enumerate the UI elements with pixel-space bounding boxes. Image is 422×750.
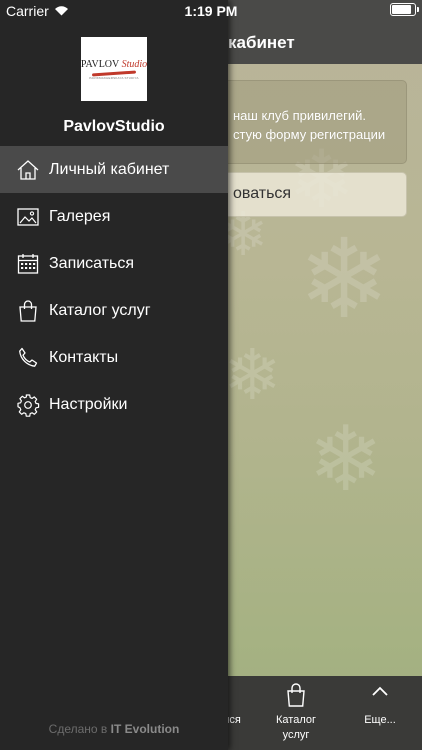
tab-catalog[interactable]: Каталог услуг bbox=[265, 676, 327, 750]
made-by-footer: Сделано в IT Evolution bbox=[0, 722, 228, 736]
menu-item-label: Галерея bbox=[49, 208, 111, 225]
side-drawer: PAVLOV Studio PARIKMAKHERSKAYA STUDIYA P… bbox=[0, 0, 228, 750]
menu-item-label: Контакты bbox=[49, 349, 119, 366]
menu-item-label: Каталог услуг bbox=[49, 302, 151, 319]
menu-item-label: Записаться bbox=[49, 255, 135, 272]
register-button-label: оваться bbox=[233, 185, 292, 202]
battery-icon bbox=[390, 3, 419, 16]
snowflake-decoration: ❄ bbox=[298, 218, 391, 341]
brand-name: PavlovStudio bbox=[63, 118, 165, 135]
image-icon bbox=[16, 205, 40, 229]
menu-item-catalog[interactable]: Каталог услуг bbox=[0, 287, 228, 334]
studio-logo: PAVLOV Studio PARIKMAKHERSKAYA STUDIYA bbox=[81, 37, 147, 101]
background-header-title: кабинет bbox=[228, 33, 295, 52]
menu-item-label: Настройки bbox=[49, 396, 128, 413]
menu-item-profile[interactable]: Личный кабинет bbox=[0, 146, 228, 193]
status-bar: Carrier 1:19 PM bbox=[0, 0, 422, 22]
calendar-icon bbox=[16, 252, 40, 276]
tab-bar: ися Каталог услуг Еще... bbox=[228, 676, 422, 750]
phone-icon bbox=[16, 346, 40, 370]
info-card: наш клуб привилегий. стую форму регистра… bbox=[228, 80, 407, 164]
gear-icon bbox=[16, 393, 40, 417]
logo-wordmark: PAVLOV Studio bbox=[80, 58, 148, 70]
menu-item-label: Личный кабинет bbox=[49, 161, 170, 178]
footer-prefix: Сделано в bbox=[48, 722, 108, 736]
tab-label: ися bbox=[228, 714, 241, 726]
snowflake-decoration: ❄ bbox=[308, 410, 384, 510]
tab-more[interactable]: Еще... bbox=[350, 676, 410, 750]
menu-item-booking[interactable]: Записаться bbox=[0, 240, 228, 287]
chevron-up-icon bbox=[371, 685, 389, 700]
bag-icon bbox=[285, 682, 307, 711]
background-screen: ❄ ❄ ❄ ❄ ❄ кабинет наш клуб привилегий. с… bbox=[228, 0, 422, 750]
home-icon bbox=[16, 158, 40, 182]
footer-brand-link[interactable]: IT Evolution bbox=[111, 722, 180, 736]
info-line-1: наш клуб привилегий. bbox=[233, 108, 366, 123]
menu-item-gallery[interactable]: Галерея bbox=[0, 193, 228, 240]
tab-label: Каталог услуг bbox=[276, 714, 316, 741]
menu-item-settings[interactable]: Настройки bbox=[0, 381, 228, 428]
tab-partial[interactable]: ися bbox=[228, 676, 262, 750]
info-line-2: стую форму регистрации bbox=[233, 127, 386, 142]
menu-item-contacts[interactable]: Контакты bbox=[0, 334, 228, 381]
tab-label: Еще... bbox=[364, 714, 396, 726]
drawer-menu: Личный кабинет Галерея Записаться Катало… bbox=[0, 146, 228, 428]
snowflake-decoration: ❄ bbox=[228, 336, 282, 414]
bag-icon bbox=[16, 299, 40, 323]
info-card-text: наш клуб привилегий. стую форму регистра… bbox=[233, 106, 385, 144]
status-time: 1:19 PM bbox=[184, 3, 238, 19]
register-button[interactable]: оваться bbox=[228, 172, 407, 217]
